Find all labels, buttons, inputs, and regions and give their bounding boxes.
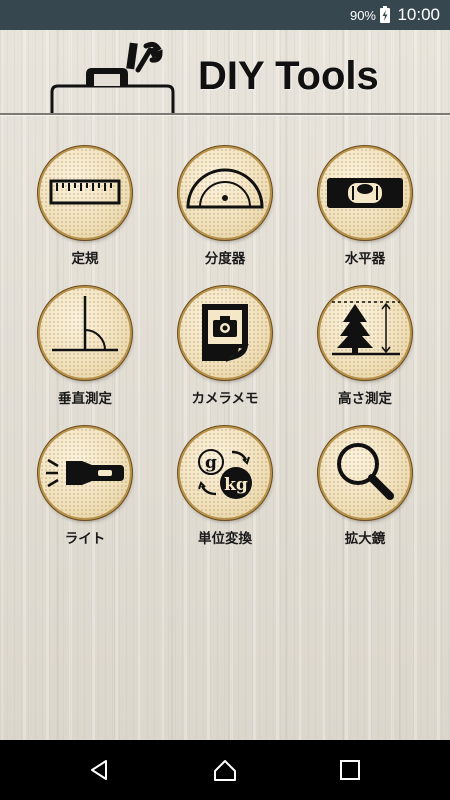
protractor-badge [180, 148, 270, 238]
tool-light[interactable]: ライト [25, 428, 145, 558]
tool-label: 単位変換 [198, 531, 252, 547]
tool-label: カメラメモ [191, 391, 259, 407]
tool-label: 分度器 [204, 251, 246, 267]
tool-magnifier[interactable]: 拡大鏡 [305, 428, 425, 558]
app-content: DIY Tools 定規 分度器 水平器 垂直測定 カメラメモ 高さ測定 ライト… [0, 30, 450, 740]
magnifier-icon [337, 443, 394, 500]
ruler-icon [49, 179, 121, 205]
unit-conversion-badge: g kg [180, 428, 270, 518]
battery-charging-icon [380, 6, 390, 23]
tool-height-measure[interactable]: 高さ測定 [305, 288, 425, 418]
header-divider [0, 113, 450, 115]
tool-vertical-measure[interactable]: 垂直測定 [25, 288, 145, 418]
navigation-bar [0, 740, 450, 800]
tree-height-icon [332, 301, 400, 356]
tool-spirit-level[interactable]: 水平器 [305, 148, 425, 278]
kilogram-text: kg [224, 475, 248, 495]
tool-label: 定規 [71, 251, 99, 267]
camera-memo-icon [202, 304, 249, 362]
unit-conversion-icon: g kg [198, 449, 252, 499]
tool-label: 拡大鏡 [344, 531, 386, 547]
status-clock: 10:00 [397, 5, 440, 24]
height-measure-badge [320, 288, 410, 378]
tool-label: ライト [64, 531, 106, 547]
home-icon[interactable] [211, 756, 239, 784]
ruler-badge [40, 148, 130, 238]
battery-percentage: 90% [349, 8, 376, 23]
spirit-level-badge [320, 148, 410, 238]
back-icon[interactable] [86, 756, 114, 784]
tool-label: 垂直測定 [58, 391, 112, 407]
gram-text: g [205, 453, 217, 473]
flashlight-icon [46, 458, 124, 488]
tool-camera-memo[interactable]: カメラメモ [165, 288, 285, 418]
light-badge [40, 428, 130, 518]
tool-unit-conversion[interactable]: g kg 単位変換 [165, 428, 285, 558]
protractor-icon [186, 168, 264, 209]
tool-ruler[interactable]: 定規 [25, 148, 145, 278]
tool-label: 高さ測定 [338, 391, 392, 407]
tool-label: 水平器 [344, 251, 386, 267]
toolbox-logo-icon [50, 41, 175, 114]
app-header: DIY Tools [0, 30, 450, 114]
vertical-measure-badge [40, 288, 130, 378]
magnifier-badge [320, 428, 410, 518]
tool-protractor[interactable]: 分度器 [165, 148, 285, 278]
vertical-angle-icon [52, 296, 118, 352]
recents-icon[interactable] [336, 756, 364, 784]
camera-memo-badge [180, 288, 270, 378]
spirit-level-icon [327, 178, 403, 208]
app-title: DIY Tools [198, 54, 379, 98]
status-bar: 90% 10:00 [0, 0, 450, 30]
